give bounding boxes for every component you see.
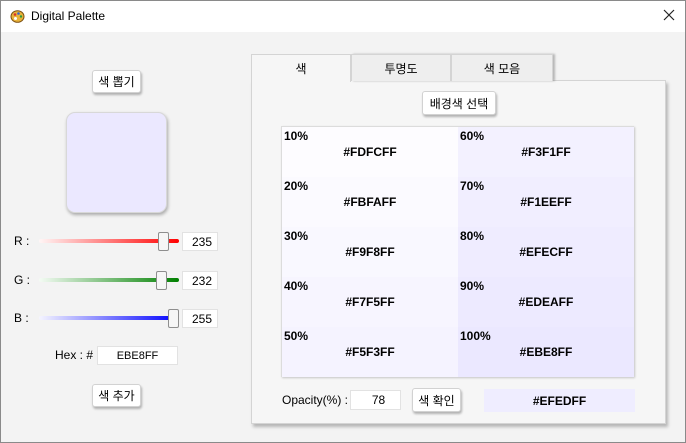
slider-label: R : — [14, 234, 30, 248]
shade-percent: 100% — [460, 329, 491, 343]
palette-icon — [10, 9, 25, 24]
add-color-button[interactable]: 색 추가 — [92, 384, 141, 407]
shade-cell[interactable]: 30% #F9F8FF — [282, 227, 458, 277]
shade-percent: 80% — [460, 229, 485, 243]
shade-hex: #F7F5FF — [345, 295, 395, 309]
slider-track[interactable] — [39, 316, 179, 320]
shade-hex: #EBE8FF — [519, 345, 573, 359]
shade-percent: 70% — [460, 179, 485, 193]
close-button[interactable] — [653, 1, 685, 32]
shade-cell[interactable]: 70% #F1EEFF — [458, 177, 634, 227]
shade-cell[interactable]: 90% #EDEAFF — [458, 277, 634, 327]
channel-value-input[interactable]: 235 — [182, 232, 218, 251]
slider-thumb[interactable] — [156, 271, 168, 290]
shade-percent: 10% — [284, 129, 309, 143]
pick-color-button[interactable]: 색 뽑기 — [92, 70, 141, 93]
title-bar: Digital Palette — [1, 1, 685, 32]
shade-percent: 20% — [284, 179, 309, 193]
opacity-label: Opacity(%) : — [282, 393, 349, 407]
shade-cell[interactable]: 100% #EBE8FF — [458, 327, 634, 377]
slider-label: G : — [14, 273, 31, 287]
shade-hex: #EDEAFF — [518, 295, 574, 309]
hex-label: Hex : # — [55, 348, 94, 362]
shade-percent: 90% — [460, 279, 485, 293]
check-color-button[interactable]: 색 확인 — [412, 388, 461, 412]
tab-opacity[interactable]: 투명도 — [351, 54, 451, 81]
shade-cell[interactable]: 10% #FDFCFF — [282, 127, 458, 177]
shade-cell[interactable]: 80% #EFECFF — [458, 227, 634, 277]
shade-hex: #F3F1FF — [521, 145, 571, 159]
tab-color-collection[interactable]: 색 모음 — [451, 54, 553, 81]
opacity-shade-grid: 10% #FDFCFF 60% #F3F1FF 20% #FBFAFF 70% #F1EEFF… — [281, 126, 634, 377]
result-color-box: #EFEDFF — [484, 389, 635, 412]
shade-percent: 30% — [284, 229, 309, 243]
shade-cell[interactable]: 20% #FBFAFF — [282, 177, 458, 227]
shade-hex: #EFECFF — [519, 245, 573, 259]
shade-percent: 60% — [460, 129, 485, 143]
window-title: Digital Palette — [31, 9, 106, 23]
app-window: Digital Palette 색 뽑기 R :235 G :232 B :255 … — [0, 0, 686, 443]
opacity-input[interactable]: 78 — [350, 390, 401, 410]
channel-value-input[interactable]: 232 — [182, 271, 218, 290]
shade-hex: #F5F3FF — [345, 345, 395, 359]
shade-hex: #FBFAFF — [343, 195, 397, 209]
shade-hex: #F1EEFF — [520, 195, 572, 209]
slider-thumb[interactable] — [168, 309, 179, 328]
slider-label: B : — [14, 311, 29, 325]
hex-input[interactable]: EBE8FF — [97, 346, 178, 365]
color-preview-swatch — [66, 112, 167, 213]
close-icon — [663, 9, 675, 24]
shade-cell[interactable]: 50% #F5F3FF — [282, 327, 458, 377]
background-color-button[interactable]: 배경색 선택 — [422, 91, 496, 115]
shade-percent: 40% — [284, 279, 309, 293]
shade-hex: #FDFCFF — [343, 145, 397, 159]
tab-color[interactable]: 색 — [251, 54, 351, 82]
channel-value-input[interactable]: 255 — [182, 309, 218, 328]
shade-cell[interactable]: 60% #F3F1FF — [458, 127, 634, 177]
shade-percent: 50% — [284, 329, 309, 343]
shade-cell[interactable]: 40% #F7F5FF — [282, 277, 458, 327]
shade-hex: #F9F8FF — [345, 245, 395, 259]
slider-thumb[interactable] — [157, 232, 169, 251]
